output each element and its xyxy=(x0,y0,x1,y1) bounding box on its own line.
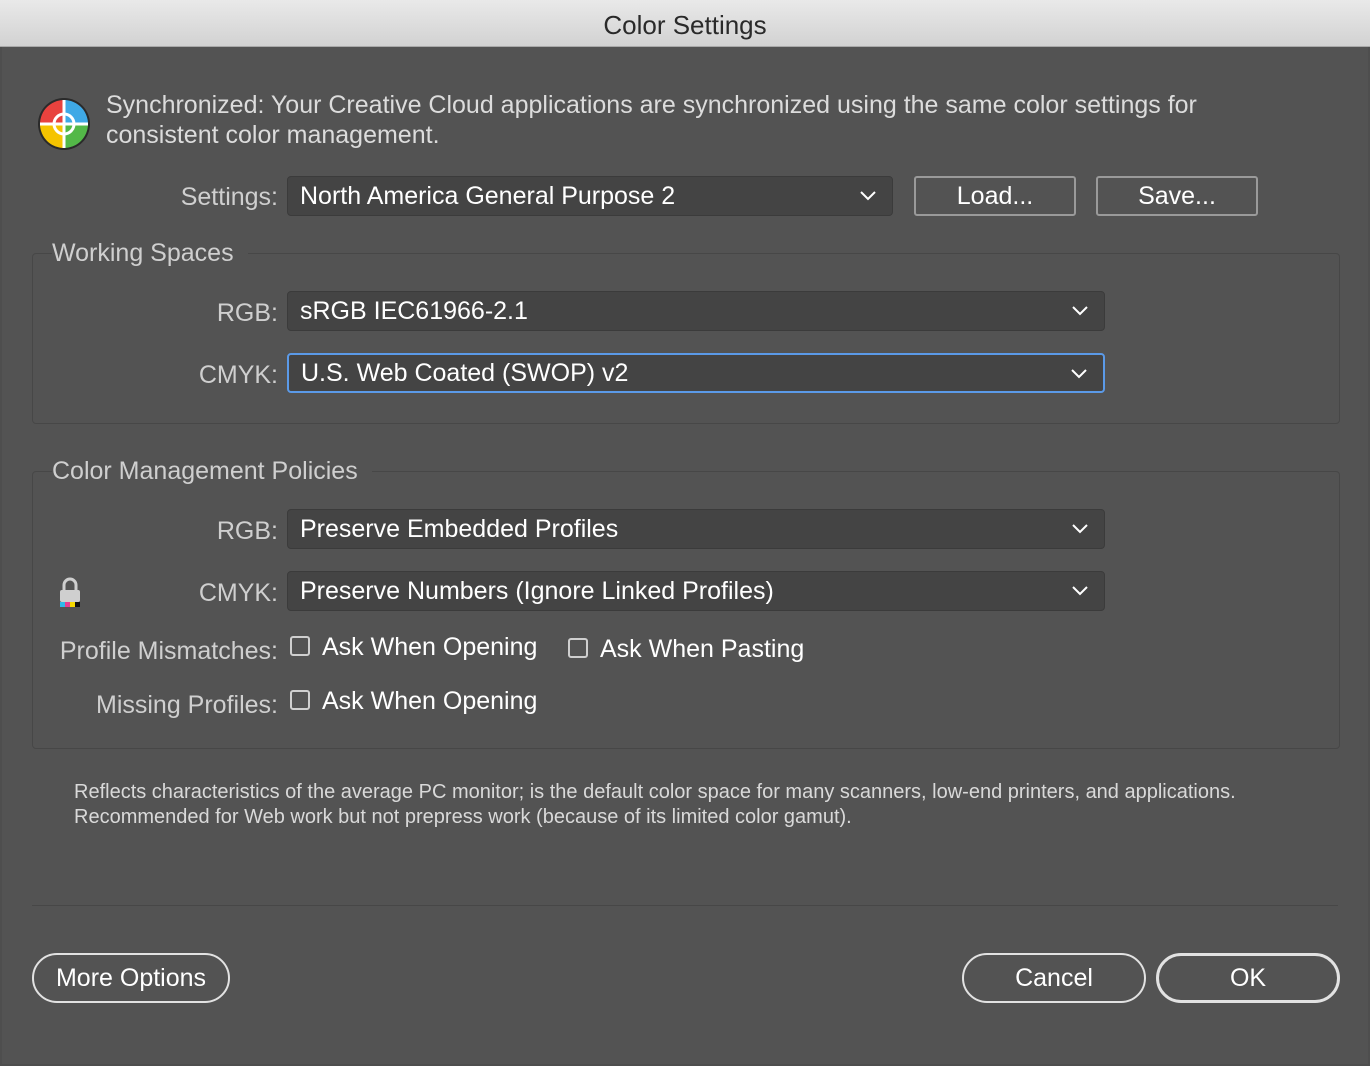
ws-rgb-select[interactable]: sRGB IEC61966-2.1 xyxy=(287,291,1105,331)
policy-rgb-select[interactable]: Preserve Embedded Profiles xyxy=(287,509,1105,549)
mismatch-pasting-label[interactable]: Ask When Pasting xyxy=(600,635,804,664)
chevron-down-icon xyxy=(1071,369,1087,379)
policy-rgb-value: Preserve Embedded Profiles xyxy=(300,515,619,543)
chevron-down-icon xyxy=(1072,306,1088,316)
ws-cmyk-value: U.S. Web Coated (SWOP) v2 xyxy=(301,359,629,387)
settings-select-value: North America General Purpose 2 xyxy=(300,182,676,210)
sync-status-text: Synchronized: Your Creative Cloud applic… xyxy=(106,91,1197,149)
chevron-down-icon xyxy=(1072,586,1088,596)
chevron-down-icon xyxy=(1072,524,1088,534)
load-button[interactable]: Load... xyxy=(914,176,1076,216)
policy-cmyk-value: Preserve Numbers (Ignore Linked Profiles… xyxy=(300,577,774,605)
footer-separator xyxy=(32,905,1338,906)
more-options-button[interactable]: More Options xyxy=(32,953,230,1003)
ok-button[interactable]: OK xyxy=(1156,953,1340,1003)
lock-icon xyxy=(60,577,80,607)
save-button[interactable]: Save... xyxy=(1096,176,1258,216)
settings-select[interactable]: North America General Purpose 2 xyxy=(287,176,893,216)
profile-mismatches-label: Profile Mismatches: xyxy=(59,637,278,665)
policies-title: Color Management Policies xyxy=(52,457,372,486)
ws-rgb-label: RGB: xyxy=(216,299,278,327)
mismatch-opening-checkbox[interactable] xyxy=(290,636,310,656)
chevron-down-icon xyxy=(860,191,876,201)
title-bar: Color Settings xyxy=(0,0,1370,47)
mismatch-opening-label[interactable]: Ask When Opening xyxy=(322,633,537,662)
ws-cmyk-label: CMYK: xyxy=(198,361,278,389)
color-wheel-icon xyxy=(38,98,90,150)
policy-cmyk-select[interactable]: Preserve Numbers (Ignore Linked Profiles… xyxy=(287,571,1105,611)
policy-rgb-label: RGB: xyxy=(216,517,278,545)
ws-rgb-value: sRGB IEC61966-2.1 xyxy=(300,297,528,325)
description-text: Reflects characteristics of the average … xyxy=(74,781,1236,828)
mismatch-pasting-checkbox[interactable] xyxy=(568,638,588,658)
missing-opening-checkbox[interactable] xyxy=(290,690,310,710)
working-spaces-group xyxy=(32,253,1340,424)
missing-profiles-label: Missing Profiles: xyxy=(96,691,278,719)
policy-cmyk-label: CMYK: xyxy=(198,579,278,607)
working-spaces-title: Working Spaces xyxy=(52,239,248,268)
missing-opening-label[interactable]: Ask When Opening xyxy=(322,687,537,716)
window-title: Color Settings xyxy=(603,10,767,40)
cancel-button[interactable]: Cancel xyxy=(962,953,1146,1003)
settings-label: Settings: xyxy=(180,183,278,211)
ws-cmyk-select[interactable]: U.S. Web Coated (SWOP) v2 xyxy=(287,353,1105,393)
